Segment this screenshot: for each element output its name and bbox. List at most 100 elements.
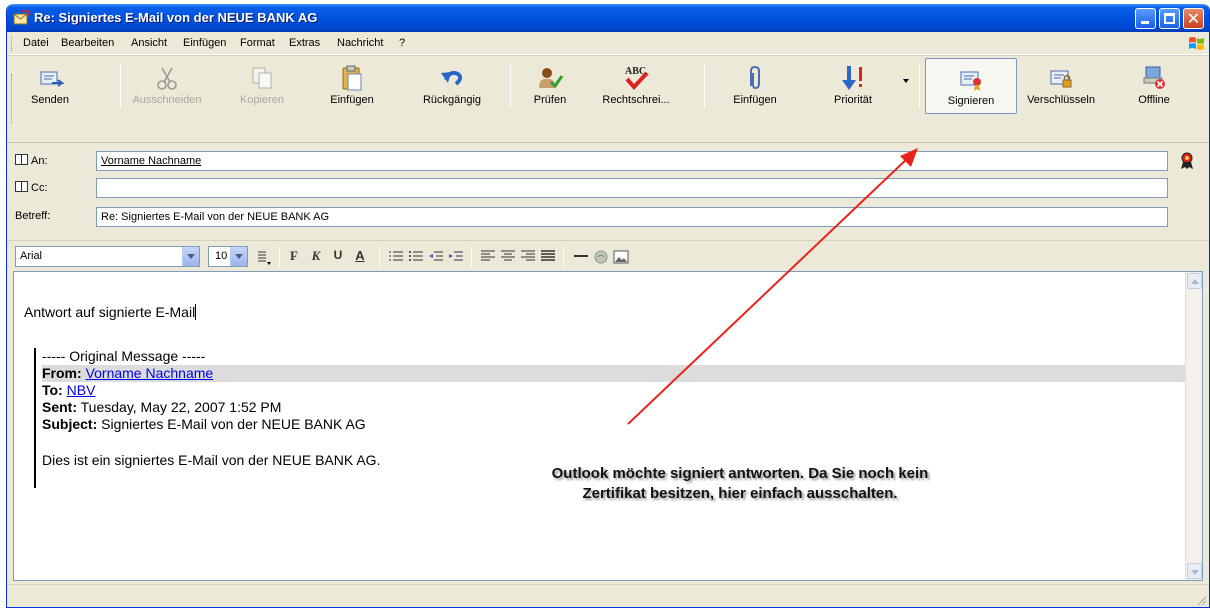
text-caret: [195, 304, 197, 320]
title-bar[interactable]: Re: Signiertes E-Mail von der NEUE BANK …: [7, 4, 1209, 32]
quoted-subject-value: Signiertes E-Mail von der NEUE BANK AG: [101, 416, 366, 432]
maximize-button[interactable]: [1159, 8, 1180, 29]
quoted-sent-line: Sent: Tuesday, May 22, 2007 1:52 PM: [42, 399, 1187, 416]
compose-window: Re: Signiertes E-Mail von der NEUE BANK …: [6, 4, 1210, 608]
spelling-button[interactable]: ABC Rechtschrei...: [591, 58, 681, 114]
paste-button[interactable]: Einfügen: [319, 58, 385, 114]
toolbar-separator: [120, 64, 121, 108]
menu-grip[interactable]: [11, 36, 14, 51]
cut-label: Ausschneiden: [132, 94, 202, 106]
format-separator: [379, 247, 380, 267]
justify-icon[interactable]: [541, 250, 555, 263]
increase-indent-icon[interactable]: [449, 250, 463, 263]
toolbar-separator: [919, 64, 920, 108]
menu-extras[interactable]: Extras: [289, 37, 320, 49]
encrypt-label: Verschlüsseln: [1027, 94, 1095, 106]
copy-icon: [252, 67, 272, 89]
menu-help[interactable]: ?: [399, 37, 405, 49]
align-left-icon[interactable]: [481, 250, 495, 263]
numbered-list-icon[interactable]: [389, 250, 403, 263]
reply-text[interactable]: Antwort auf signierte E-Mail: [24, 304, 197, 320]
cc-label: Cc:: [31, 182, 48, 194]
menu-bearbeiten[interactable]: Bearbeiten: [61, 37, 114, 49]
cc-field[interactable]: [96, 178, 1168, 198]
resize-grip-icon[interactable]: [1195, 594, 1207, 606]
align-center-icon[interactable]: [501, 250, 515, 263]
sign-button[interactable]: Signieren: [925, 58, 1017, 114]
priority-button[interactable]: Priorität: [817, 58, 889, 114]
font-size-value: 10: [215, 250, 228, 262]
menu-einfuegen[interactable]: Einfügen: [183, 37, 226, 49]
chevron-down-icon[interactable]: [182, 247, 199, 266]
check-names-icon: [539, 68, 564, 89]
offline-icon: [1143, 66, 1165, 89]
insert-picture-icon[interactable]: [613, 249, 629, 265]
font-color-button[interactable]: A: [353, 248, 367, 266]
windows-logo-icon: [1189, 37, 1204, 50]
undo-button[interactable]: Rückgängig: [417, 58, 487, 114]
paragraph-style-icon[interactable]: [256, 250, 272, 266]
priority-icon: [842, 66, 862, 90]
menu-format[interactable]: Format: [240, 37, 275, 49]
minimize-button[interactable]: [1135, 8, 1156, 29]
recipient-certificate-icon: [1181, 152, 1193, 169]
align-right-icon[interactable]: [521, 250, 535, 263]
scroll-up-icon[interactable]: [1187, 273, 1202, 289]
bullet-list-icon[interactable]: [409, 250, 423, 263]
attach-label: Einfügen: [733, 94, 777, 106]
to-field[interactable]: Vorname Nachname: [96, 151, 1168, 171]
encrypt-button[interactable]: Verschlüsseln: [1019, 58, 1103, 114]
annotation-line-2: Zertifikat besitzen, hier einfach aussch…: [582, 485, 898, 502]
subject-label: Betreff:: [15, 210, 51, 222]
subject-field[interactable]: Re: Signiertes E-Mail von der NEUE BANK …: [96, 207, 1168, 227]
message-body[interactable]: Antwort auf signierte E-Mail ----- Origi…: [13, 271, 1203, 581]
attach-button[interactable]: Einfügen: [723, 58, 787, 114]
quoted-to-line: To: NBV: [42, 382, 1187, 399]
message-headers: An: Vorname Nachname Cc: Betreff: Re: Si…: [7, 144, 1209, 238]
cut-button[interactable]: Ausschneiden: [125, 58, 209, 114]
copy-button[interactable]: Kopieren: [231, 58, 293, 114]
sign-label: Signieren: [947, 95, 995, 107]
offline-button[interactable]: Offline: [1123, 58, 1185, 114]
spelling-label: Rechtschrei...: [602, 94, 670, 106]
italic-button[interactable]: K: [309, 248, 323, 266]
scroll-down-icon[interactable]: [1187, 563, 1202, 579]
vertical-scrollbar[interactable]: [1185, 272, 1202, 580]
reply-content: Antwort auf signierte E-Mail: [24, 304, 196, 320]
close-button[interactable]: ✕: [1183, 8, 1204, 29]
to-recipient[interactable]: Vorname Nachname: [101, 155, 201, 167]
undo-label: Rückgängig: [422, 94, 482, 106]
toolbar-separator: [510, 64, 511, 108]
copy-label: Kopieren: [239, 94, 285, 106]
quoted-subject-label: Subject:: [42, 416, 98, 432]
formatting-toolbar: Arial 10 F K U A: [7, 240, 1209, 270]
font-select[interactable]: Arial: [15, 246, 200, 267]
send-button[interactable]: Senden: [19, 58, 81, 114]
menu-nachricht[interactable]: Nachricht: [337, 37, 383, 49]
check-names-button[interactable]: Prüfen: [523, 58, 577, 114]
annotation-line-1: Outlook möchte signiert antworten. Da Si…: [551, 465, 929, 482]
bold-button[interactable]: F: [287, 248, 301, 266]
from-link[interactable]: Vorname Nachname: [86, 365, 214, 381]
to-link[interactable]: NBV: [67, 382, 96, 398]
priority-dropdown-icon[interactable]: [902, 78, 910, 84]
font-value: Arial: [20, 250, 43, 262]
chevron-down-icon[interactable]: [230, 247, 247, 266]
quoted-from-line: From: Vorname Nachname: [42, 365, 1187, 382]
underline-button[interactable]: U: [331, 248, 345, 266]
to-button[interactable]: An:: [15, 154, 48, 167]
font-size-select[interactable]: 10: [208, 246, 248, 267]
toolbar-grip[interactable]: [11, 74, 14, 124]
horizontal-line-icon[interactable]: [573, 250, 589, 262]
decrease-indent-icon[interactable]: [429, 250, 443, 263]
send-label: Senden: [31, 94, 69, 106]
insert-link-icon[interactable]: [593, 249, 609, 265]
sent-label: Sent:: [42, 399, 77, 415]
subject-value: Re: Signiertes E-Mail von der NEUE BANK …: [101, 211, 330, 223]
cc-button[interactable]: Cc:: [15, 181, 48, 194]
menu-ansicht[interactable]: Ansicht: [131, 37, 167, 49]
send-icon: [40, 71, 64, 87]
clipboard-icon: [342, 65, 362, 91]
close-icon: ✕: [1186, 9, 1201, 28]
menu-datei[interactable]: Datei: [23, 37, 49, 49]
